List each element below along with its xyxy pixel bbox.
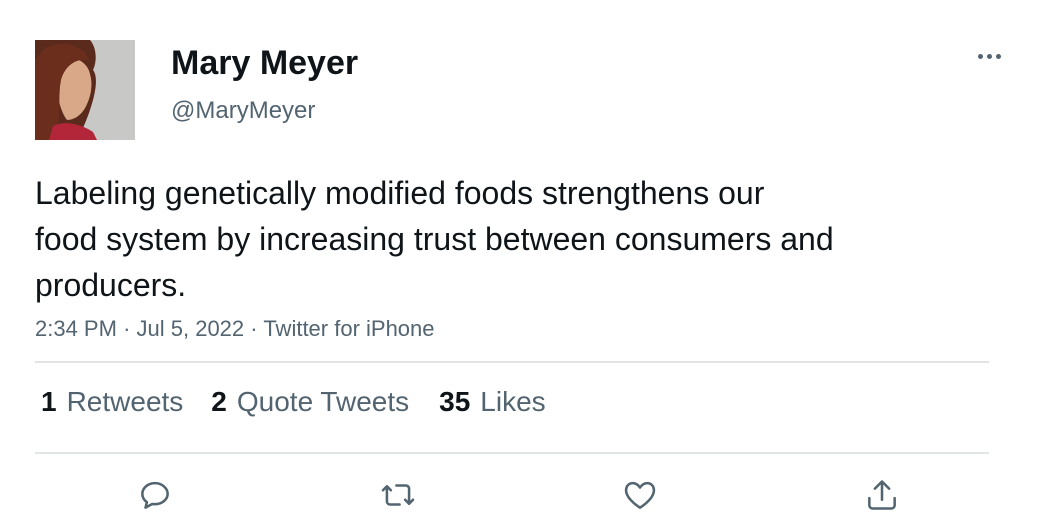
tweet-stats: 1 Retweets 2 Quote Tweets 35 Likes xyxy=(41,386,546,418)
retweet-button[interactable] xyxy=(377,474,419,516)
more-options-icon[interactable] xyxy=(969,44,1009,68)
tweet-text-line: producers. xyxy=(35,267,187,303)
action-bar xyxy=(0,474,1050,516)
meta-separator: · xyxy=(250,316,258,341)
retweets-label: Retweets xyxy=(66,386,184,417)
meta-separator: · xyxy=(123,316,131,341)
tweet-meta: 2:34 PM · Jul 5, 2022 · Twitter for iPho… xyxy=(35,316,435,342)
tweet-date[interactable]: Jul 5, 2022 xyxy=(137,316,245,341)
reply-icon xyxy=(141,481,169,509)
tweet-text-line: Labeling genetically modified foods stre… xyxy=(35,175,765,211)
divider xyxy=(35,361,989,363)
share-button[interactable] xyxy=(861,474,903,516)
display-name[interactable]: Mary Meyer xyxy=(171,44,358,83)
likes-label: Likes xyxy=(480,386,546,417)
likes-count: 35 xyxy=(439,386,471,417)
quote-tweets-count: 2 xyxy=(211,386,227,417)
quote-tweets-stat[interactable]: 2 Quote Tweets xyxy=(211,386,409,418)
like-icon xyxy=(624,481,656,509)
avatar[interactable] xyxy=(35,40,135,140)
reply-button[interactable] xyxy=(134,474,176,516)
divider xyxy=(35,452,989,454)
retweets-count: 1 xyxy=(41,386,57,417)
user-handle[interactable]: @MaryMeyer xyxy=(171,97,315,125)
retweet-icon xyxy=(381,484,415,506)
tweet-text: Labeling genetically modified foods stre… xyxy=(35,170,995,308)
avatar-photo xyxy=(35,40,135,140)
like-button[interactable] xyxy=(619,474,661,516)
tweet-source[interactable]: Twitter for iPhone xyxy=(263,316,434,341)
share-icon xyxy=(868,480,896,510)
quote-tweets-label: Quote Tweets xyxy=(236,386,410,417)
likes-stat[interactable]: 35 Likes xyxy=(439,386,546,418)
tweet-text-line: food system by increasing trust between … xyxy=(35,221,834,257)
tweet-time[interactable]: 2:34 PM xyxy=(35,316,117,341)
retweets-stat[interactable]: 1 Retweets xyxy=(41,386,183,418)
